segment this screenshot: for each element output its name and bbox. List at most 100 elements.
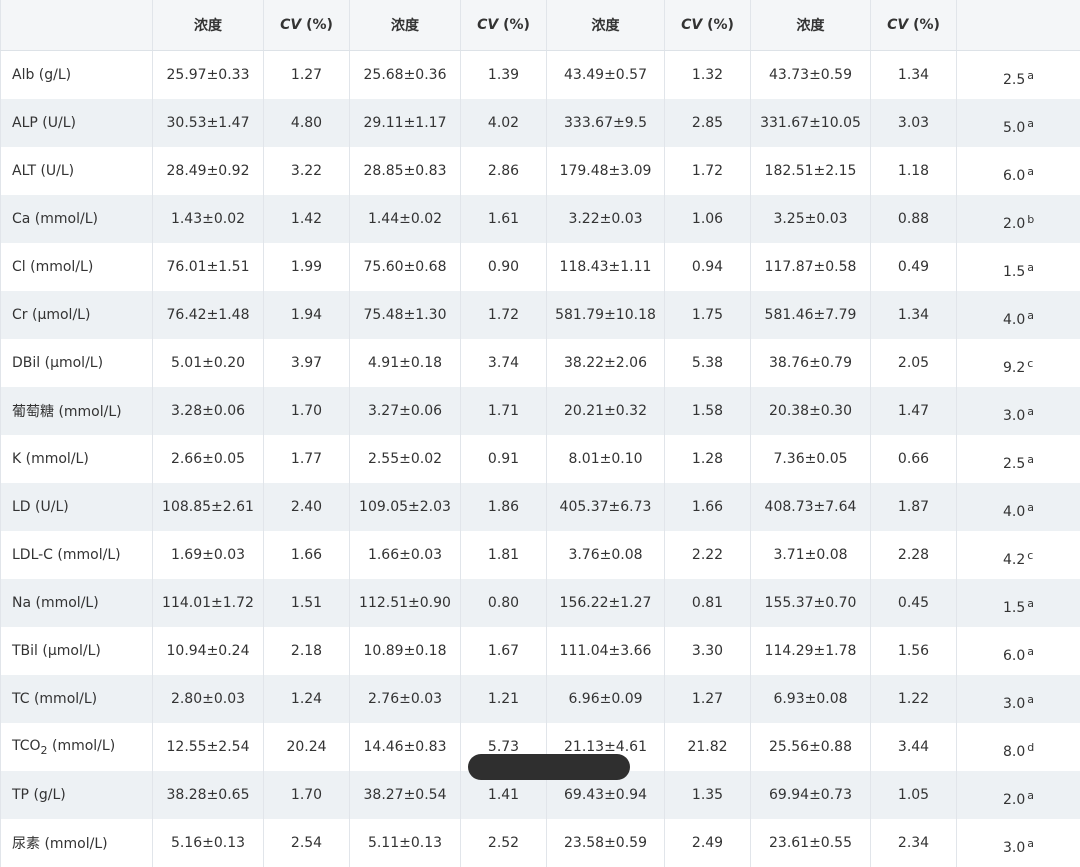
- reference-footnote: a: [1027, 693, 1034, 706]
- cv-cell: 2.34: [871, 819, 957, 867]
- reference-footnote: a: [1027, 69, 1034, 82]
- reference-footnote: a: [1027, 837, 1034, 850]
- cv-cell: 1.06: [665, 195, 751, 243]
- cv-cell: 1.42: [264, 195, 350, 243]
- concentration-cell: 76.01±1.51: [153, 243, 264, 291]
- analyte-cell: Ca (mmol/L): [1, 195, 153, 243]
- cv-cell: 2.54: [264, 819, 350, 867]
- reference-value: 6.0: [1003, 648, 1025, 664]
- header-reference-cell: [957, 0, 1080, 51]
- concentration-cell: 5.11±0.13: [350, 819, 461, 867]
- concentration-cell: 5.16±0.13: [153, 819, 264, 867]
- cv-cell: 2.05: [871, 339, 957, 387]
- cv-cell: 1.66: [264, 531, 350, 579]
- analyte-cell: Cl (mmol/L): [1, 243, 153, 291]
- cv-cell: 1.34: [871, 291, 957, 339]
- table-row: TBil (μmol/L)10.94±0.242.1810.89±0.181.6…: [1, 627, 1080, 675]
- concentration-cell: 23.61±0.55: [751, 819, 871, 867]
- cv-cell: 0.66: [871, 435, 957, 483]
- analyte-name: Alb (g/L): [12, 67, 71, 83]
- reference-cell: 2.0b: [957, 195, 1080, 243]
- analyte-name: TC (mmol/L): [12, 691, 97, 707]
- concentration-cell: 2.55±0.02: [350, 435, 461, 483]
- reference-footnote: c: [1027, 549, 1033, 562]
- concentration-cell: 3.25±0.03: [751, 195, 871, 243]
- cv-cell: 3.30: [665, 627, 751, 675]
- analyte-name: Cl (mmol/L): [12, 259, 93, 275]
- header-cv-label: CV: [477, 17, 498, 33]
- reference-cell: 3.0a: [957, 819, 1080, 867]
- table-row: TC (mmol/L)2.80±0.031.242.76±0.031.216.9…: [1, 675, 1080, 723]
- cv-cell: 21.82: [665, 723, 751, 771]
- cv-cell: 3.22: [264, 147, 350, 195]
- analyte-name: TBil (μmol/L): [12, 643, 101, 659]
- table-row: Cr (μmol/L)76.42±1.481.9475.48±1.301.725…: [1, 291, 1080, 339]
- analyte-name: TCO: [12, 738, 41, 754]
- cv-cell: 2.85: [665, 99, 751, 147]
- cv-cell: 1.72: [461, 291, 547, 339]
- cv-cell: 3.44: [871, 723, 957, 771]
- concentration-cell: 20.38±0.30: [751, 387, 871, 435]
- reference-footnote: a: [1027, 789, 1034, 802]
- cv-cell: 1.32: [665, 51, 751, 100]
- analyte-cell: 尿素 (mmol/L): [1, 819, 153, 867]
- header-cv-unit: (%): [301, 17, 333, 33]
- header-cv: CV (%): [264, 0, 350, 51]
- concentration-cell: 3.71±0.08: [751, 531, 871, 579]
- concentration-cell: 76.42±1.48: [153, 291, 264, 339]
- concentration-cell: 38.28±0.65: [153, 771, 264, 819]
- concentration-cell: 1.69±0.03: [153, 531, 264, 579]
- concentration-cell: 581.79±10.18: [547, 291, 665, 339]
- reference-footnote: d: [1027, 741, 1034, 754]
- concentration-cell: 581.46±7.79: [751, 291, 871, 339]
- table-row: LD (U/L)108.85±2.612.40109.05±2.031.8640…: [1, 483, 1080, 531]
- reference-value: 2.0: [1003, 216, 1025, 232]
- analyte-name: LDL-C (mmol/L): [12, 547, 121, 563]
- reference-cell: 4.2c: [957, 531, 1080, 579]
- concentration-cell: 75.48±1.30: [350, 291, 461, 339]
- cv-cell: 0.91: [461, 435, 547, 483]
- cv-cell: 1.21: [461, 675, 547, 723]
- cv-cell: 1.77: [264, 435, 350, 483]
- cv-cell: 1.24: [264, 675, 350, 723]
- concentration-cell: 156.22±1.27: [547, 579, 665, 627]
- cv-cell: 2.52: [461, 819, 547, 867]
- concentration-cell: 75.60±0.68: [350, 243, 461, 291]
- analyte-name: DBil (μmol/L): [12, 355, 103, 371]
- analyte-cell: Na (mmol/L): [1, 579, 153, 627]
- concentration-cell: 38.76±0.79: [751, 339, 871, 387]
- concentration-cell: 20.21±0.32: [547, 387, 665, 435]
- cv-cell: 1.81: [461, 531, 547, 579]
- reference-cell: 1.5a: [957, 579, 1080, 627]
- reference-footnote: a: [1027, 453, 1034, 466]
- cv-cell: 0.90: [461, 243, 547, 291]
- reference-value: 3.0: [1003, 696, 1025, 712]
- table-row: DBil (μmol/L)5.01±0.203.974.91±0.183.743…: [1, 339, 1080, 387]
- analyte-cell: TP (g/L): [1, 771, 153, 819]
- analyte-cell: TCO2 (mmol/L): [1, 723, 153, 771]
- concentration-cell: 23.58±0.59: [547, 819, 665, 867]
- reference-cell: 2.5a: [957, 435, 1080, 483]
- data-table-container: 浓度 CV (%) 浓度 CV (%) 浓度 CV (%) 浓度 CV (%) …: [0, 0, 1080, 867]
- analyte-cell: ALT (U/L): [1, 147, 153, 195]
- cv-cell: 3.97: [264, 339, 350, 387]
- cv-cell: 1.51: [264, 579, 350, 627]
- concentration-cell: 408.73±7.64: [751, 483, 871, 531]
- cv-cell: 1.70: [264, 771, 350, 819]
- reference-value: 3.0: [1003, 408, 1025, 424]
- header-cv: CV (%): [871, 0, 957, 51]
- header-concentration-label: 浓度: [391, 18, 419, 34]
- reference-cell: 6.0a: [957, 627, 1080, 675]
- concentration-cell: 333.67±9.5: [547, 99, 665, 147]
- reference-value: 9.2: [1003, 360, 1025, 376]
- floating-scroll-indicator[interactable]: [468, 754, 630, 780]
- concentration-cell: 114.01±1.72: [153, 579, 264, 627]
- reference-cell: 2.5a: [957, 51, 1080, 100]
- reference-value: 8.0: [1003, 744, 1025, 760]
- cv-cell: 0.49: [871, 243, 957, 291]
- concentration-cell: 43.49±0.57: [547, 51, 665, 100]
- reference-cell: 9.2c: [957, 339, 1080, 387]
- cv-cell: 1.67: [461, 627, 547, 675]
- cv-cell: 1.94: [264, 291, 350, 339]
- concentration-cell: 29.11±1.17: [350, 99, 461, 147]
